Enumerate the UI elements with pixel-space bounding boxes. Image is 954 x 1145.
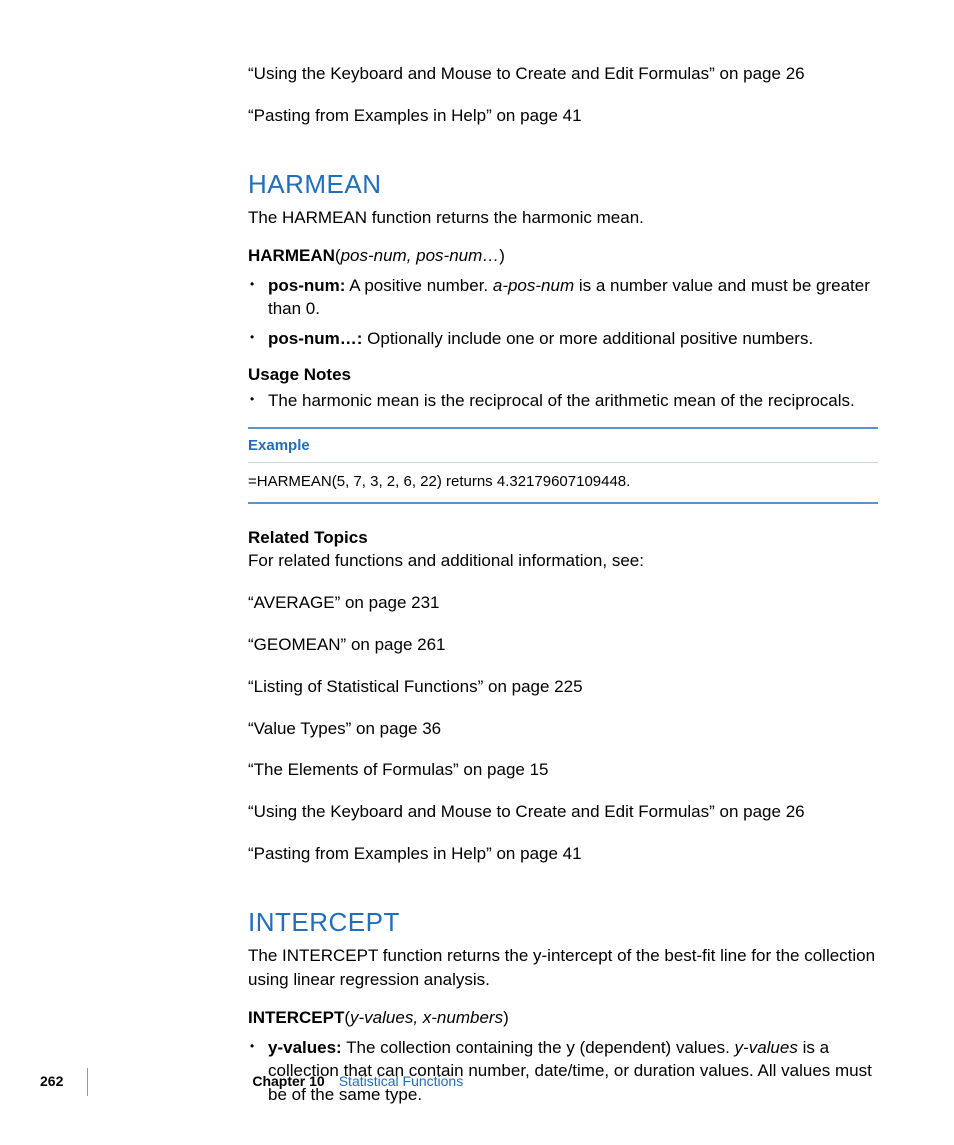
- xref-link[interactable]: “Value Types” on page 36: [248, 717, 878, 741]
- usage-item: The harmonic mean is the reciprocal of t…: [264, 389, 878, 413]
- param-item: pos-num…: Optionally include one or more…: [264, 327, 878, 351]
- param-name: y-values:: [268, 1038, 342, 1057]
- param-item: pos-num: A positive number. a-pos-num is…: [264, 274, 878, 322]
- section-desc: The HARMEAN function returns the harmoni…: [248, 206, 878, 230]
- xref-link[interactable]: “The Elements of Formulas” on page 15: [248, 758, 878, 782]
- chapter-name: Statistical Functions: [339, 1072, 464, 1092]
- xref-link[interactable]: “Pasting from Examples in Help” on page …: [248, 842, 878, 866]
- syntax-close: ): [503, 1008, 509, 1027]
- syntax-name: INTERCEPT: [248, 1008, 344, 1027]
- page-number: 262: [40, 1072, 63, 1092]
- param-name: pos-num…:: [268, 329, 362, 348]
- example-heading: Example: [248, 429, 878, 463]
- related-topics-desc: For related functions and additional inf…: [248, 549, 878, 573]
- syntax-args: y-values, x-numbers: [350, 1008, 503, 1027]
- related-topics-heading: Related Topics: [248, 526, 878, 550]
- param-text-pre: Optionally include one or more additiona…: [362, 329, 813, 348]
- param-text-pre: A positive number.: [345, 276, 492, 295]
- syntax-line: HARMEAN(pos-num, pos-num…): [248, 244, 878, 268]
- xref-link[interactable]: “Using the Keyboard and Mouse to Create …: [248, 800, 878, 824]
- syntax-name: HARMEAN: [248, 246, 335, 265]
- xref-link[interactable]: “Pasting from Examples in Help” on page …: [248, 104, 878, 128]
- page-footer: 262 Chapter 10 Statistical Functions: [40, 1068, 860, 1096]
- xref-link[interactable]: “Using the Keyboard and Mouse to Create …: [248, 62, 878, 86]
- page-content: “Using the Keyboard and Mouse to Create …: [248, 62, 878, 1113]
- param-text-pre: The collection containing the y (depende…: [342, 1038, 735, 1057]
- xref-link[interactable]: “AVERAGE” on page 231: [248, 591, 878, 615]
- example-box: Example =HARMEAN(5, 7, 3, 2, 6, 22) retu…: [248, 427, 878, 504]
- section-desc: The INTERCEPT function returns the y-int…: [248, 944, 878, 992]
- param-ital: a-pos-num: [493, 276, 574, 295]
- section-heading-intercept: INTERCEPT: [248, 904, 878, 940]
- usage-notes-heading: Usage Notes: [248, 363, 878, 387]
- param-ital: y-values: [735, 1038, 798, 1057]
- chapter-label: Chapter 10: [252, 1072, 324, 1092]
- example-body: =HARMEAN(5, 7, 3, 2, 6, 22) returns 4.32…: [248, 463, 878, 502]
- syntax-args: pos-num, pos-num…: [341, 246, 500, 265]
- syntax-line: INTERCEPT(y-values, x-numbers): [248, 1006, 878, 1030]
- param-name: pos-num:: [268, 276, 345, 295]
- section-heading-harmean: HARMEAN: [248, 166, 878, 202]
- xref-link[interactable]: “Listing of Statistical Functions” on pa…: [248, 675, 878, 699]
- footer-divider: [87, 1068, 88, 1096]
- syntax-close: ): [499, 246, 505, 265]
- usage-list: The harmonic mean is the reciprocal of t…: [248, 389, 878, 413]
- param-list: pos-num: A positive number. a-pos-num is…: [248, 274, 878, 351]
- xref-link[interactable]: “GEOMEAN” on page 261: [248, 633, 878, 657]
